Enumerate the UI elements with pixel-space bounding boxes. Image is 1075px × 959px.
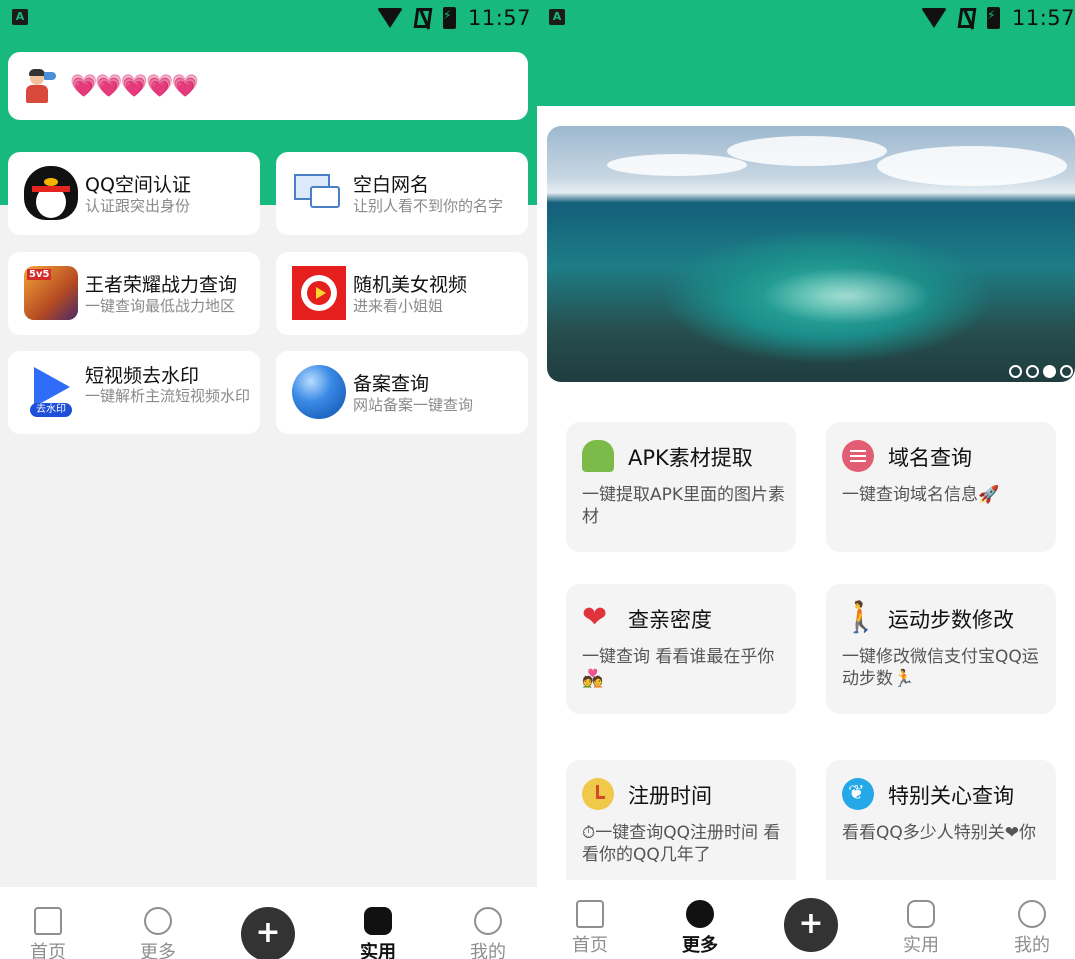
user-icon	[474, 907, 502, 935]
globe-icon	[292, 365, 346, 419]
card-desc: 认证跟突出身份	[85, 197, 191, 215]
plus-icon: +	[798, 906, 824, 941]
hearts-banner[interactable]: 💗💗💗💗💗	[8, 52, 528, 120]
card-apk-extract[interactable]: APK素材提取 一键提取APK里面的图片素材	[566, 422, 796, 552]
notification-a-icon: A	[549, 9, 565, 25]
megaphone-person-icon	[22, 69, 56, 103]
carousel-dot[interactable]	[1060, 365, 1073, 378]
carousel-dot[interactable]	[1026, 365, 1039, 378]
card-title: 域名查询	[888, 446, 972, 470]
card-desc: ⏱一键查询QQ注册时间 看看你的QQ几年了	[582, 823, 781, 865]
card-title: 王者荣耀战力查询	[85, 274, 238, 296]
domain-list-icon	[842, 440, 874, 472]
bottom-nav: 首页 更多 + 实用 我的	[0, 887, 537, 959]
chat-icon	[364, 907, 392, 935]
no-signal-icon	[957, 8, 977, 28]
card-title: 备案查询	[353, 373, 430, 395]
card-register-time[interactable]: 注册时间 ⏱一键查询QQ注册时间 看看你的QQ几年了	[566, 760, 796, 880]
wifi-icon	[376, 8, 403, 28]
card-intimacy[interactable]: ❤ 查亲密度 一键查询 看看谁最在乎你💑	[566, 584, 796, 714]
card-title: 查亲密度	[628, 608, 712, 632]
nav-mine[interactable]: 我的	[448, 887, 528, 959]
card-honor-of-kings[interactable]: 5v5 王者荣耀战力查询 一键查询最低战力地区	[8, 252, 260, 335]
card-desc: 一键查询域名信息🚀	[842, 485, 1000, 505]
hearts-text: 💗💗💗💗💗	[70, 73, 199, 99]
message-envelope-icon	[292, 166, 346, 220]
chat-icon	[907, 900, 935, 928]
card-remove-watermark[interactable]: 去水印 短视频去水印 一键解析主流短视频水印	[8, 351, 260, 434]
right-screen: A 11:57 APK素材提取 一键提取APK里面的图片素材 域名查询 一键查询…	[537, 0, 1075, 959]
battery-charging-icon	[442, 7, 456, 29]
nav-more[interactable]: 更多	[118, 887, 198, 959]
home-icon	[576, 900, 604, 928]
add-button[interactable]: +	[241, 907, 295, 959]
card-title: 特别关心查询	[888, 784, 1014, 808]
card-domain-lookup[interactable]: 域名查询 一键查询域名信息🚀	[826, 422, 1056, 552]
care-icon	[842, 778, 874, 810]
clock-icon	[582, 778, 614, 810]
card-title: QQ空间认证	[85, 174, 191, 196]
home-icon	[34, 907, 62, 935]
battery-charging-icon	[986, 7, 1000, 29]
add-button[interactable]: +	[784, 898, 838, 952]
card-icp-lookup[interactable]: 备案查询 网站备案一键查询	[276, 351, 528, 434]
card-desc: 一键提取APK里面的图片素材	[582, 485, 786, 527]
notification-a-icon: A	[12, 9, 28, 25]
no-signal-icon	[413, 8, 433, 28]
left-screen: A 11:57 💗💗💗💗💗 QQ空间认证 认证跟突出身份 空白网名 让别人看不到…	[0, 0, 537, 959]
card-title: 运动步数修改	[888, 608, 1014, 632]
nav-practical[interactable]: 实用	[881, 880, 961, 957]
card-random-video[interactable]: 随机美女视频 进来看小姐姐	[276, 252, 528, 335]
status-bar: A 11:57	[0, 0, 537, 36]
nav-mine[interactable]: 我的	[992, 880, 1072, 957]
card-desc: 一键查询最低战力地区	[85, 297, 236, 315]
heart-icon: ❤	[582, 600, 608, 635]
plus-icon: +	[255, 915, 281, 950]
clock-time: 11:57	[1011, 6, 1075, 30]
carousel-indicator	[1009, 365, 1073, 378]
card-blank-nickname[interactable]: 空白网名 让别人看不到你的名字	[276, 152, 528, 235]
card-qq-space-auth[interactable]: QQ空间认证 认证跟突出身份	[8, 152, 260, 235]
carousel-dot[interactable]	[1009, 365, 1022, 378]
nav-more[interactable]: 更多	[660, 880, 740, 957]
card-title: 随机美女视频	[353, 274, 468, 296]
video-play-icon	[292, 266, 346, 320]
card-title: 空白网名	[353, 174, 430, 196]
card-desc: 让别人看不到你的名字	[353, 197, 504, 215]
user-icon	[1018, 900, 1046, 928]
bottom-nav: 首页 更多 + 实用 我的	[537, 880, 1075, 959]
card-desc: 看看QQ多少人特别关❤你	[842, 823, 1037, 843]
card-desc: 一键解析主流短视频水印	[85, 387, 251, 405]
card-title: 短视频去水印	[85, 365, 200, 387]
card-title: 注册时间	[628, 784, 712, 808]
status-bar: A 11:57	[537, 0, 1075, 36]
nav-practical[interactable]: 实用	[338, 887, 418, 959]
card-desc: 一键查询 看看谁最在乎你💑	[582, 647, 775, 689]
nav-home[interactable]: 首页	[550, 880, 630, 957]
card-steps-modify[interactable]: 🚶 运动步数修改 一键修改微信支付宝QQ运动步数🏃	[826, 584, 1056, 714]
clock-time: 11:57	[467, 6, 531, 30]
card-desc: 进来看小姐姐	[353, 297, 444, 315]
android-icon	[582, 440, 614, 472]
compass-icon	[144, 907, 172, 935]
card-desc: 网站备案一键查询	[353, 396, 474, 414]
image-carousel[interactable]	[547, 126, 1075, 382]
card-desc: 一键修改微信支付宝QQ运动步数🏃	[842, 647, 1039, 689]
qq-penguin-icon	[24, 166, 78, 220]
walking-icon: 🚶	[842, 600, 880, 635]
nav-home[interactable]: 首页	[8, 887, 88, 959]
card-special-care[interactable]: 特别关心查询 看看QQ多少人特别关❤你	[826, 760, 1056, 880]
compass-icon	[686, 900, 714, 928]
watermark-remove-icon: 去水印	[24, 365, 78, 419]
card-title: APK素材提取	[628, 446, 753, 470]
carousel-dot-active[interactable]	[1043, 365, 1056, 378]
wifi-icon	[920, 8, 947, 28]
game-hero-icon: 5v5	[24, 266, 78, 320]
